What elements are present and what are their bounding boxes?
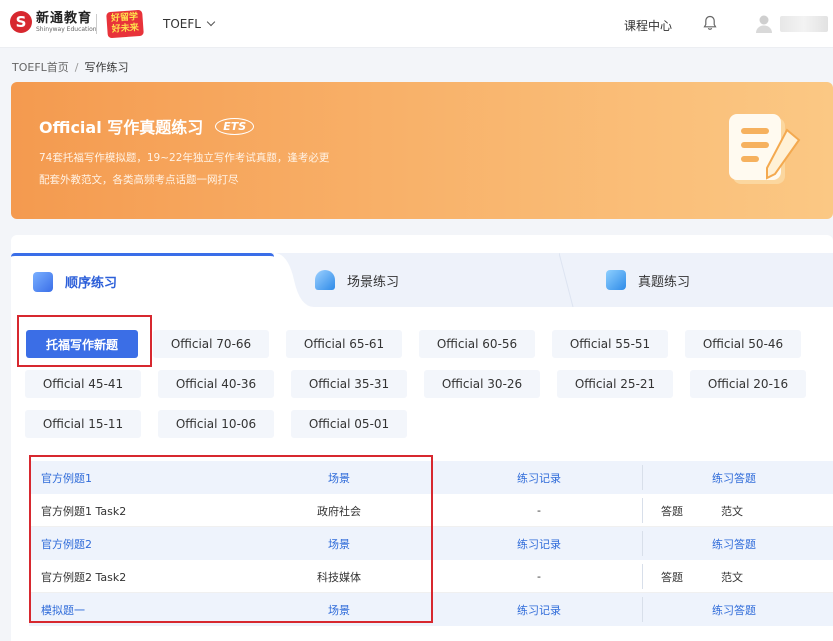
banner-title-text: Official 写作真题练习	[39, 118, 204, 137]
filter-official-20-16[interactable]: Official 20-16	[690, 370, 806, 398]
task-record: -	[537, 570, 541, 583]
col-answer-header: 练习答题	[712, 471, 756, 485]
task-record: -	[537, 504, 541, 517]
tab-scene-label: 场景练习	[347, 274, 400, 290]
banner-description-1: 74套托福写作模拟题，19~22年独立写作考试真题，逢考必更	[39, 152, 330, 164]
column-divider	[642, 498, 643, 523]
col-answer-header: 练习答题	[712, 603, 756, 617]
monitor-person-icon	[315, 270, 335, 290]
list-document-icon	[33, 271, 53, 292]
username-blurred[interactable]	[780, 16, 828, 32]
breadcrumb-home[interactable]: TOEFL首页	[12, 61, 69, 74]
col-record-header: 练习记录	[517, 471, 561, 485]
banner-title: Official 写作真题练习 ETS	[39, 114, 255, 138]
filter-official-15-11[interactable]: Official 15-11	[25, 410, 141, 438]
ets-logo: ETS	[215, 117, 255, 135]
filter-official-55-51[interactable]: Official 55-51	[552, 330, 668, 358]
course-center-link[interactable]: 课程中心	[624, 17, 672, 34]
writing-document-icon	[729, 114, 801, 184]
logo-s-icon: S	[10, 11, 32, 33]
banner-description-2: 配套外教范文，各类高频考点话题一网打尽	[39, 174, 239, 186]
slogan-logo: 好留学 好未来	[106, 9, 144, 39]
top-header: S 新通教育 Shinyway Education 好留学 好未来 TOEFL …	[0, 0, 833, 48]
filter-official-35-31[interactable]: Official 35-31	[291, 370, 407, 398]
filter-official-50-46[interactable]: Official 50-46	[685, 330, 801, 358]
tab-real-exam-label: 真题练习	[638, 274, 691, 290]
avatar-icon[interactable]	[755, 14, 773, 34]
breadcrumb-current: 写作练习	[84, 61, 129, 74]
breadcrumb: TOEFL首页 / 写作练习	[12, 59, 129, 75]
video-document-icon	[606, 270, 626, 290]
filter-official-25-21[interactable]: Official 25-21	[557, 370, 673, 398]
annotation-box-table	[29, 455, 433, 623]
breadcrumb-separator: /	[74, 61, 79, 74]
logo-divider	[96, 14, 97, 34]
logo-name-cn: 新通教育	[36, 10, 93, 26]
tab-sequential[interactable]: 顺序练习	[11, 253, 274, 307]
filter-official-70-66[interactable]: Official 70-66	[153, 330, 269, 358]
filter-official-30-26[interactable]: Official 30-26	[424, 370, 540, 398]
filter-official-40-36[interactable]: Official 40-36	[158, 370, 274, 398]
bell-icon[interactable]	[703, 15, 717, 31]
chevron-down-icon	[206, 17, 216, 27]
answer-button[interactable]: 答题	[657, 494, 687, 527]
tab-sequential-label: 顺序练习	[65, 276, 118, 291]
col-record-header: 练习记录	[517, 537, 561, 551]
practice-tabs: 顺序练习 场景练习 真题练习	[11, 253, 833, 307]
sample-essay-button[interactable]: 范文	[717, 560, 747, 593]
annotation-box-new-questions	[17, 315, 152, 367]
filter-official-05-01[interactable]: Official 05-01	[291, 410, 407, 438]
tab-scene[interactable]: 场景练习	[315, 253, 399, 307]
col-record-header: 练习记录	[517, 603, 561, 617]
tab-separator	[559, 253, 574, 307]
exam-selector-label: TOEFL	[163, 17, 201, 31]
filter-official-65-61[interactable]: Official 65-61	[286, 330, 402, 358]
column-divider	[642, 531, 643, 556]
filter-official-60-56[interactable]: Official 60-56	[419, 330, 535, 358]
logo-name-en: Shinyway Education	[36, 25, 97, 33]
sample-essay-button[interactable]: 范文	[717, 494, 747, 527]
tab-divider-curve	[274, 253, 314, 307]
tab-real-exam[interactable]: 真题练习	[606, 253, 690, 307]
column-divider	[642, 564, 643, 589]
brand-logo[interactable]: S 新通教育 Shinyway Education	[10, 11, 97, 33]
answer-button[interactable]: 答题	[657, 560, 687, 593]
column-divider	[642, 465, 643, 490]
column-divider	[642, 597, 643, 622]
filter-official-45-41[interactable]: Official 45-41	[25, 370, 141, 398]
filter-official-10-06[interactable]: Official 10-06	[158, 410, 274, 438]
exam-selector[interactable]: TOEFL	[163, 17, 216, 31]
col-answer-header: 练习答题	[712, 537, 756, 551]
hero-banner: Official 写作真题练习 ETS 74套托福写作模拟题，19~22年独立写…	[11, 82, 833, 219]
